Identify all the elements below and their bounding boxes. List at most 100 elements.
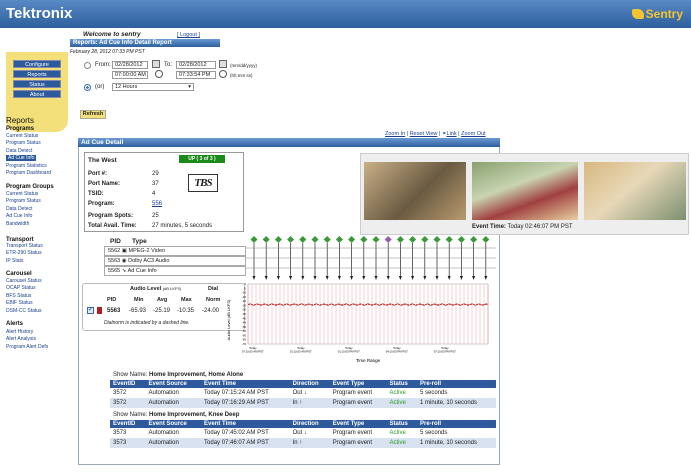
logout-link[interactable]: [ Logout ] [177, 32, 200, 38]
zoom-links: Zoom In | Reset View | ⚭Link | Zoom Out [385, 131, 486, 137]
sentry-logo: Sentry [631, 7, 683, 21]
reset-view-link[interactable]: Reset View [410, 131, 438, 137]
link-link[interactable]: Link [447, 131, 457, 137]
table-row[interactable]: 3572 Automation Today 07:16:29 AM PST In ↑ P… [110, 398, 496, 408]
sidebar-link-carousel-2[interactable]: BFS Status [6, 293, 31, 299]
avail-time-label: Total Avail. Time: [88, 223, 137, 229]
cue-marker [409, 236, 417, 244]
chart-y-label: Audio Level (dB LKFS) [226, 299, 231, 340]
from-time-input[interactable]: 07:00:00 AM [112, 71, 148, 79]
show-name-label: Show Name: [113, 412, 148, 418]
column-header: Event Type [329, 380, 387, 388]
audio-level-heading: Audio Level (dB LKFS) [130, 286, 182, 292]
event-time: Event Time: Today 02:46:07 PM PST [472, 224, 573, 230]
sidebar-link-groups-0[interactable]: Current Status [6, 191, 38, 197]
tsid-value: 4 [152, 191, 156, 197]
cue-marker [433, 236, 441, 244]
sidebar-link-groups-2[interactable]: Data Detect [6, 206, 32, 212]
nav-configure[interactable]: Configure [13, 60, 61, 68]
table-row[interactable]: 3573 Automation Today 07:45:02 AM PST Out ↓… [110, 428, 496, 438]
sidebar-link-alerts-0[interactable]: Alert History [6, 329, 33, 335]
clock-icon[interactable] [155, 70, 163, 78]
nav-reports[interactable]: Reports [13, 70, 61, 78]
table-row[interactable]: 3573 Automation Today 07:46:07 AM PST In ↑ P… [110, 438, 496, 448]
show-name-label: Show Name: [113, 372, 148, 378]
sidebar-link-carousel-4[interactable]: DSM-CC Status [6, 308, 42, 314]
sidebar-link-transport-1[interactable]: ETR-290 Status [6, 250, 42, 256]
sidebar-link-carousel-1[interactable]: OCAP Status [6, 285, 36, 291]
column-header: Event Time [201, 380, 290, 388]
tektronix-logo: Tektronix [6, 5, 73, 22]
range-radio[interactable] [84, 84, 91, 91]
to-time-input[interactable]: 07:33:54 PM [176, 71, 216, 79]
clock-icon[interactable] [219, 70, 227, 78]
date-format-hint: (mm/dd/yyyy) [230, 63, 257, 68]
arrow-up-icon: ↑ [299, 440, 303, 446]
sidebar-link-alerts-1[interactable]: Alert Analysis [6, 336, 36, 342]
sidebar-link-programs-4[interactable]: Program Statistics [6, 163, 47, 169]
report-date: February 28, 2012 07:33 PM PST [70, 49, 145, 55]
region-name: The West [88, 157, 117, 164]
reports-heading: Reports [6, 116, 35, 125]
port-label: Port #: [88, 171, 108, 177]
arrow-up-icon: ↑ [299, 400, 303, 406]
sidebar-link-transport-2[interactable]: IP Stats [6, 258, 23, 264]
port-name-label: Port Name: [88, 181, 121, 187]
norm-col-header: Norm [206, 297, 221, 303]
column-header: Event Source [145, 420, 202, 428]
x-tick-label: 07:15:00 PM PST [434, 350, 456, 354]
zoom-in-link[interactable]: Zoom In [385, 131, 405, 137]
cue-marker [311, 236, 319, 244]
sidebar-link-groups-4[interactable]: Bandwidth [6, 221, 29, 227]
nav-status[interactable]: Status [13, 80, 61, 88]
x-tick-label: 01:15:00 PM PST [338, 350, 360, 354]
cue-marker [287, 236, 295, 244]
table-row[interactable]: 3572 Automation Today 07:15:24 AM PST Out ↓… [110, 388, 496, 398]
calendar-icon[interactable] [152, 60, 160, 68]
sidebar-link-carousel-0[interactable]: Carousel Status [6, 278, 42, 284]
min-col-header: Min [134, 297, 144, 303]
pid-row: 5565 ➘ Ad Cue Info [104, 266, 246, 276]
column-header: EventID [110, 420, 146, 428]
sidebar-link-programs-2[interactable]: Data Detect [6, 148, 32, 154]
column-header: EventID [110, 380, 146, 388]
sidebar-link-groups-3[interactable]: Ad Cue Info [6, 213, 32, 219]
audio-min: -65.93 [129, 308, 147, 314]
zoom-out-link[interactable]: Zoom Out [461, 131, 485, 137]
sidebar-link-programs-3[interactable]: Ad Cue Info [6, 155, 37, 162]
cue-marker [457, 236, 465, 244]
video-thumbnail-3[interactable] [584, 162, 686, 220]
program-link[interactable]: 556 [152, 201, 162, 207]
to-date-input[interactable]: 02/28/2012 [176, 61, 216, 69]
cue-marker [372, 236, 380, 244]
series-checkbox[interactable]: ✓ [87, 307, 94, 314]
cue-marker [384, 236, 392, 244]
video-thumbnail-2[interactable] [472, 162, 578, 220]
video-thumbnail-1[interactable] [364, 162, 466, 220]
sidebar-link-carousel-3[interactable]: EBIF Status [6, 300, 33, 306]
audio-level-chart[interactable]: Audio Level (dB LKFS) 0-5-10-15-20-25-30… [222, 280, 502, 364]
x-tick-label: 07:15:00 AM PST [242, 350, 264, 354]
sidebar-link-groups-1[interactable]: Program Status [6, 198, 41, 204]
sidebar-link-programs-0[interactable]: Current Status [6, 133, 38, 139]
carousel-heading: Carousel [6, 271, 32, 277]
port-name-value: 37 [152, 181, 159, 187]
refresh-button[interactable]: Refresh [80, 110, 106, 119]
range-select[interactable]: 12 Hours ▾ [112, 83, 194, 91]
ad-cue-timeline [246, 236, 496, 280]
or-label: (or) [95, 84, 105, 90]
report-title: Reports: Ad Cue Info Detail Report [70, 39, 220, 47]
calendar-icon[interactable] [219, 60, 227, 68]
pid-row: 5562 ▣ MPEG-2 Video [104, 246, 246, 256]
tsid-label: TSID: [88, 191, 104, 197]
cue-marker [482, 236, 490, 244]
sidebar-link-programs-5[interactable]: Program Dashboard [6, 170, 51, 176]
avg-col-header: Avg [157, 297, 168, 303]
from-radio[interactable] [84, 62, 91, 69]
from-date-input[interactable]: 02/28/2012 [112, 61, 148, 69]
column-header: Direction [289, 420, 330, 428]
sidebar-link-programs-1[interactable]: Program Status [6, 140, 41, 146]
sidebar-link-alerts-2[interactable]: Program Alert Defs [6, 344, 48, 350]
sidebar-link-transport-0[interactable]: Transport Status [6, 243, 43, 249]
nav-about[interactable]: About [13, 90, 61, 98]
